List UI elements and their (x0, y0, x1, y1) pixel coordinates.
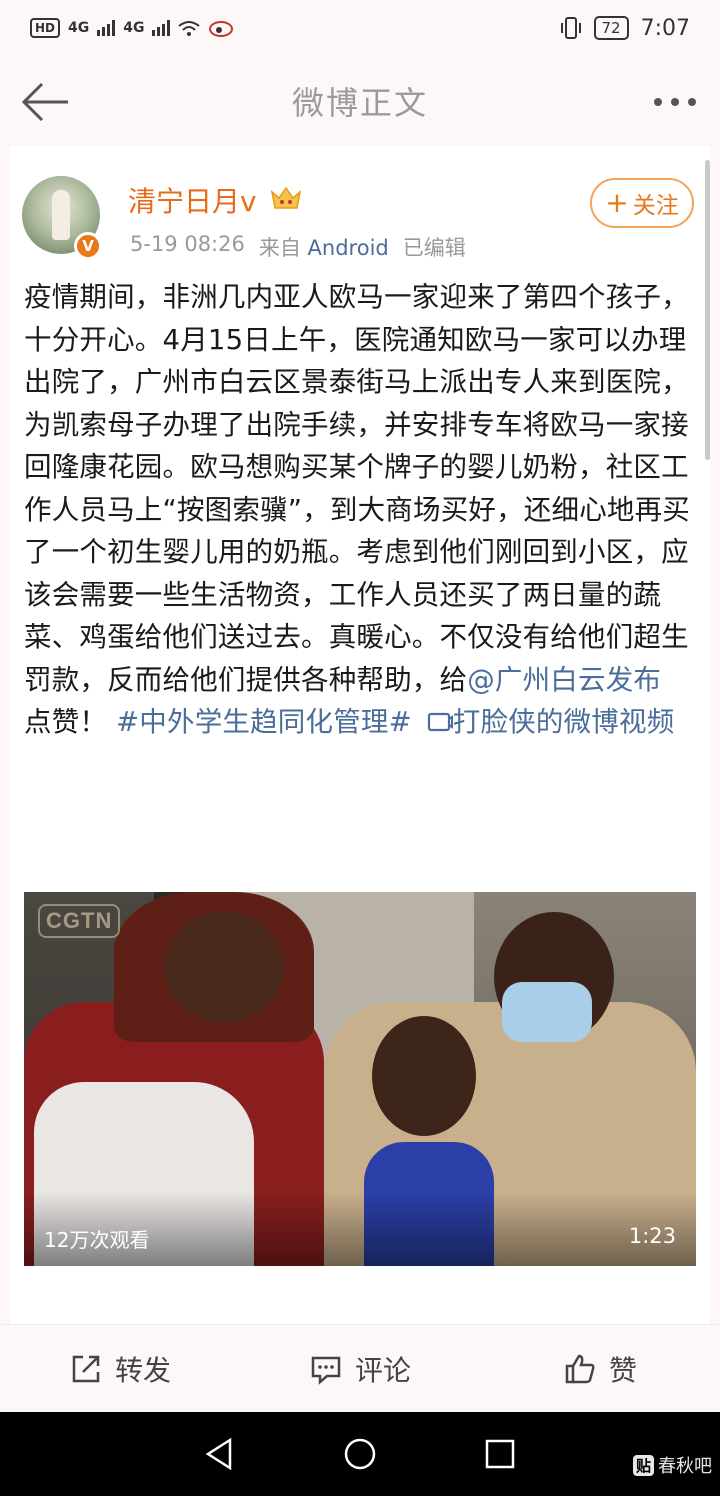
status-right-icons: 72 7:07 (560, 15, 690, 41)
action-bar: 转发 评论 赞 (0, 1324, 720, 1412)
signal-bars-icon (97, 20, 116, 36)
like-button[interactable]: 赞 (480, 1325, 720, 1413)
cgtn-logo: CGTN (38, 904, 121, 938)
thumbs-up-icon (565, 1354, 595, 1383)
like-label: 赞 (608, 1353, 637, 1387)
status-bar: HD 4G 4G 72 7:07 (0, 0, 720, 56)
watermark-text: 春秋吧 (658, 1456, 712, 1477)
scrollbar[interactable] (705, 160, 710, 460)
video-link-icon (427, 712, 453, 732)
arrow-left-icon (21, 82, 68, 122)
weibo-notification-icon (209, 21, 234, 37)
edited-label: 已编辑 (402, 236, 466, 260)
comment-icon (311, 1356, 341, 1385)
system-nav-bar (0, 1412, 720, 1496)
repost-icon (72, 1355, 100, 1382)
repost-button[interactable]: 转发 (0, 1325, 240, 1413)
watermark: 贴 春秋吧 (632, 1452, 712, 1478)
back-button[interactable] (18, 74, 74, 130)
post-meta: 5-19 08:26 来自 Android 已编辑 (130, 232, 466, 262)
status-left-icons: HD 4G 4G (30, 18, 234, 38)
follow-button[interactable]: + 关注 (590, 178, 694, 228)
post-text: 疫情期间，非洲几内亚人欧马一家迎来了第四个孩子，十分开心。4月15日上午，医院通… (24, 281, 690, 696)
page-title: 微博正文 (291, 84, 428, 122)
watermark-badge: 贴 (632, 1454, 654, 1476)
post-text-after: 点赞！ (24, 706, 117, 738)
comment-label: 评论 (354, 1353, 411, 1387)
source-prefix: 来自 (258, 236, 301, 260)
video-woman-face (164, 912, 284, 1022)
video-duration: 1:23 (628, 1224, 676, 1248)
video-link-label: 打脸侠的微博视频 (452, 706, 675, 738)
nav-bar: 微博正文 (0, 56, 720, 146)
wifi-icon (178, 21, 201, 36)
video-player[interactable]: CGTN 12万次观看 1:23 (24, 892, 696, 1266)
video-man-mask (502, 982, 592, 1042)
mention-link[interactable]: @广州白云发布 (467, 664, 661, 696)
verified-icon: V (74, 232, 102, 260)
hd-icon: HD (30, 18, 61, 38)
repost-label: 转发 (114, 1353, 171, 1387)
clock: 7:07 (640, 15, 690, 41)
view-count: 12万次观看 (44, 1228, 150, 1252)
hashtag-link[interactable]: #中外学生趋同化管理# (116, 706, 412, 738)
user-name[interactable]: 清宁日月v (128, 180, 257, 220)
system-home-icon[interactable] (342, 1436, 378, 1472)
avatar-figure (52, 190, 70, 240)
post-source: 来自 Android (259, 232, 389, 262)
post-time: 5-19 08:26 (130, 232, 245, 256)
vip-crown-icon (270, 186, 302, 209)
signal-icon: 4G (68, 20, 90, 36)
video-boy-face (372, 1016, 476, 1136)
system-recents-icon[interactable] (482, 1436, 518, 1472)
battery-indicator: 72 (593, 16, 629, 40)
follow-label: 关注 (632, 193, 679, 219)
video-link[interactable]: 打脸侠的微博视频 (421, 706, 675, 738)
more-dots-icon (654, 98, 696, 106)
post-card: V 清宁日月v 5-19 08:26 来自 Android 已编辑 + 关注 疫… (10, 146, 710, 1324)
comment-button[interactable]: 评论 (240, 1325, 480, 1413)
vibrate-icon (560, 17, 581, 39)
system-back-icon[interactable] (202, 1436, 238, 1472)
source-name: Android (307, 236, 389, 260)
plus-icon: + (605, 186, 629, 219)
signal-bars-icon-2 (152, 20, 171, 36)
post-body: 疫情期间，非洲几内亚人欧马一家迎来了第四个孩子，十分开心。4月15日上午，医院通… (24, 276, 696, 744)
more-button[interactable] (650, 84, 700, 120)
signal-icon-2: 4G (123, 20, 145, 36)
